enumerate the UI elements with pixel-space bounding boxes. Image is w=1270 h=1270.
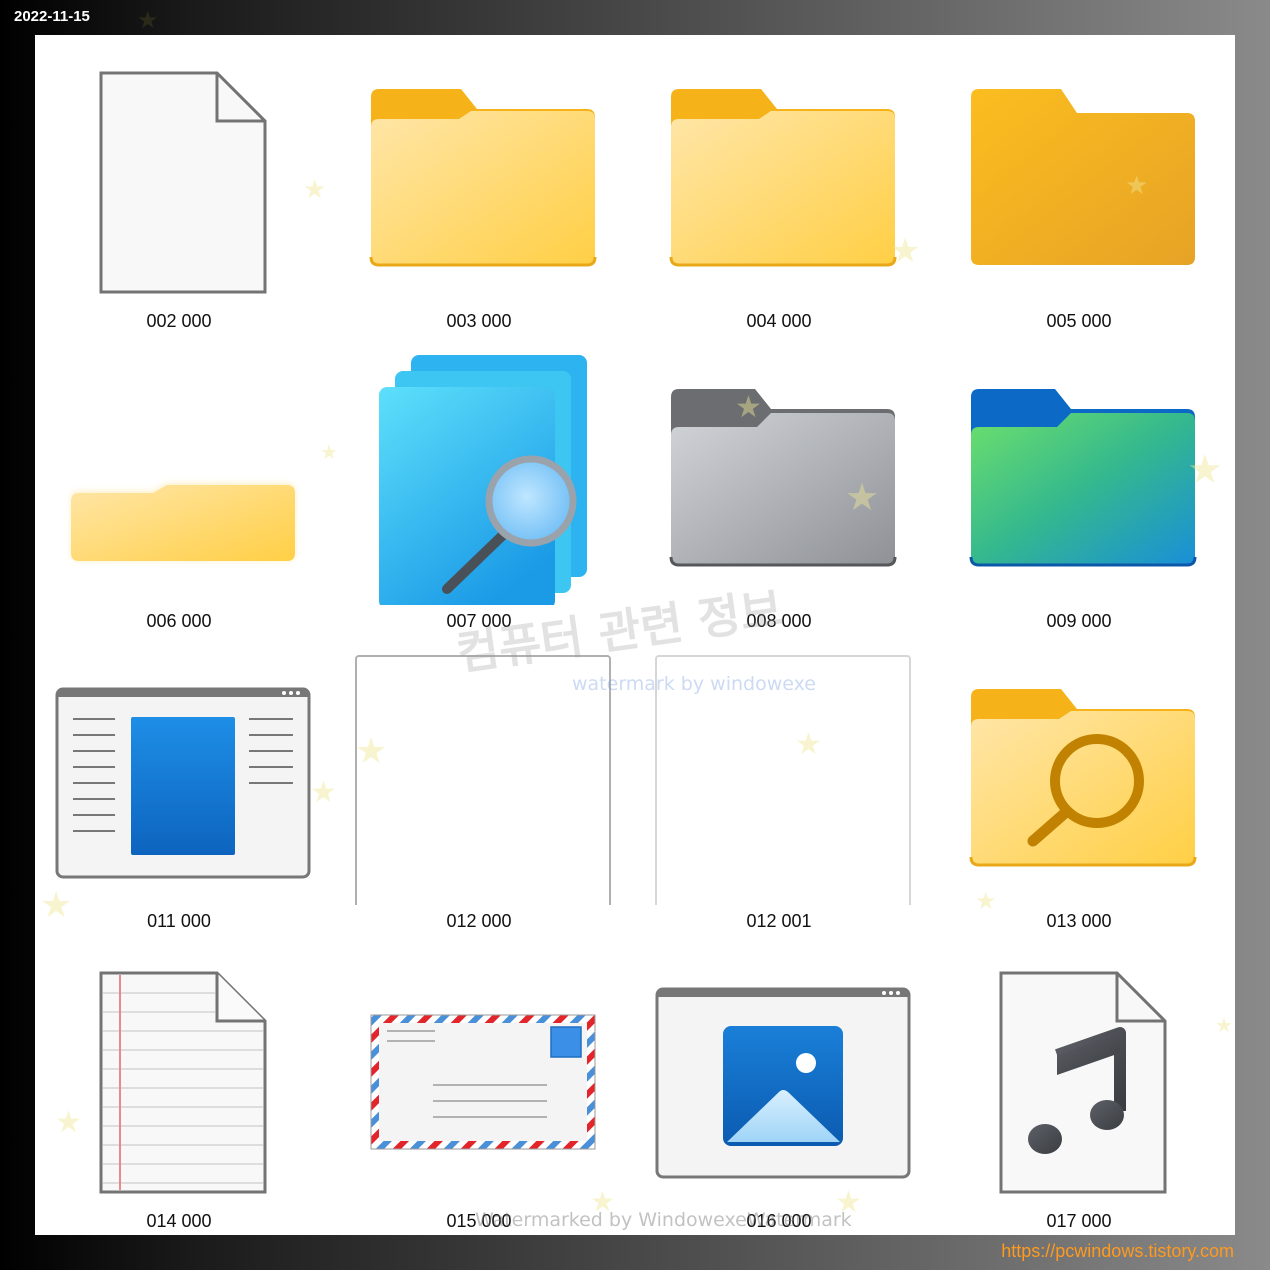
star-decoration: ★ — [55, 1105, 82, 1140]
star-decoration: ★ — [137, 6, 159, 34]
star-decoration: ★ — [795, 727, 822, 762]
icon-tile-005-000[interactable]: 005 000 — [935, 35, 1235, 335]
star-decoration: ★ — [310, 775, 337, 810]
icon-tile-017-000[interactable]: 017 000 — [935, 935, 1235, 1235]
star-decoration: ★ — [890, 231, 921, 271]
folder-solid-icon — [935, 35, 1235, 305]
icon-tile-007-000[interactable]: 007 000 — [335, 335, 635, 635]
folder-gray-icon — [635, 335, 935, 605]
site-url-link[interactable]: https://pcwindows.tistory.com — [1001, 1241, 1234, 1262]
music-file-icon — [935, 935, 1235, 1205]
icon-grid-panel: 002 000 003 000 004 000 005 000 006 000 … — [35, 35, 1235, 1235]
star-decoration: ★ — [845, 475, 880, 519]
date-label: 2022-11-15 — [14, 8, 90, 25]
search-folder-icon — [935, 635, 1235, 905]
star-decoration: ★ — [320, 440, 338, 464]
star-decoration: ★ — [1215, 1013, 1233, 1037]
icon-label: 005 000 — [1046, 311, 1112, 331]
star-decoration: ★ — [303, 175, 327, 205]
envelope-icon — [335, 935, 635, 1205]
star-decoration: ★ — [735, 390, 762, 425]
lined-paper-icon — [35, 935, 335, 1205]
watermark-subtitle: watermark by windowexe — [572, 673, 816, 695]
icon-label: 011 000 — [147, 911, 211, 931]
search-documents-icon — [335, 335, 635, 605]
icon-label: 012 001 — [746, 911, 812, 931]
icon-label: 017 000 — [1046, 1211, 1112, 1231]
star-decoration: ★ — [975, 887, 997, 915]
icon-label: 002 000 — [146, 311, 212, 331]
icon-tile-002-000[interactable]: 002 000 — [35, 35, 335, 335]
icon-tile-014-000[interactable]: 014 000 — [35, 935, 335, 1235]
icon-label: 006 000 — [146, 611, 212, 631]
picture-window-icon — [635, 935, 935, 1205]
icon-tile-011-000[interactable]: 011 000 — [35, 635, 335, 935]
icon-tile-004-000[interactable]: 004 000 — [635, 35, 935, 335]
icon-tile-003-000[interactable]: 003 000 — [335, 35, 635, 335]
star-decoration: ★ — [40, 885, 73, 926]
folder-icon — [335, 35, 635, 305]
star-decoration: ★ — [1125, 171, 1149, 201]
icon-label: 004 000 — [746, 311, 812, 331]
watermark-bottom: Watermarked by WindowexeWatermark — [475, 1209, 852, 1231]
icon-tile-016-000[interactable]: 016 000 — [635, 935, 935, 1235]
document-window-icon — [35, 635, 335, 905]
icon-label: 012 000 — [446, 911, 512, 931]
folder-flat-icon — [35, 335, 335, 605]
star-decoration: ★ — [1187, 447, 1223, 493]
screen: { "header": { "date": "2022-11-15" }, "f… — [0, 0, 1270, 1270]
icon-label: 009 000 — [1046, 611, 1112, 631]
icon-tile-006-000[interactable]: 006 000 — [35, 335, 335, 635]
star-decoration: ★ — [355, 731, 388, 772]
blank-document-icon — [35, 35, 335, 305]
icon-label: 003 000 — [446, 311, 512, 331]
icon-label: 014 000 — [146, 1211, 212, 1231]
